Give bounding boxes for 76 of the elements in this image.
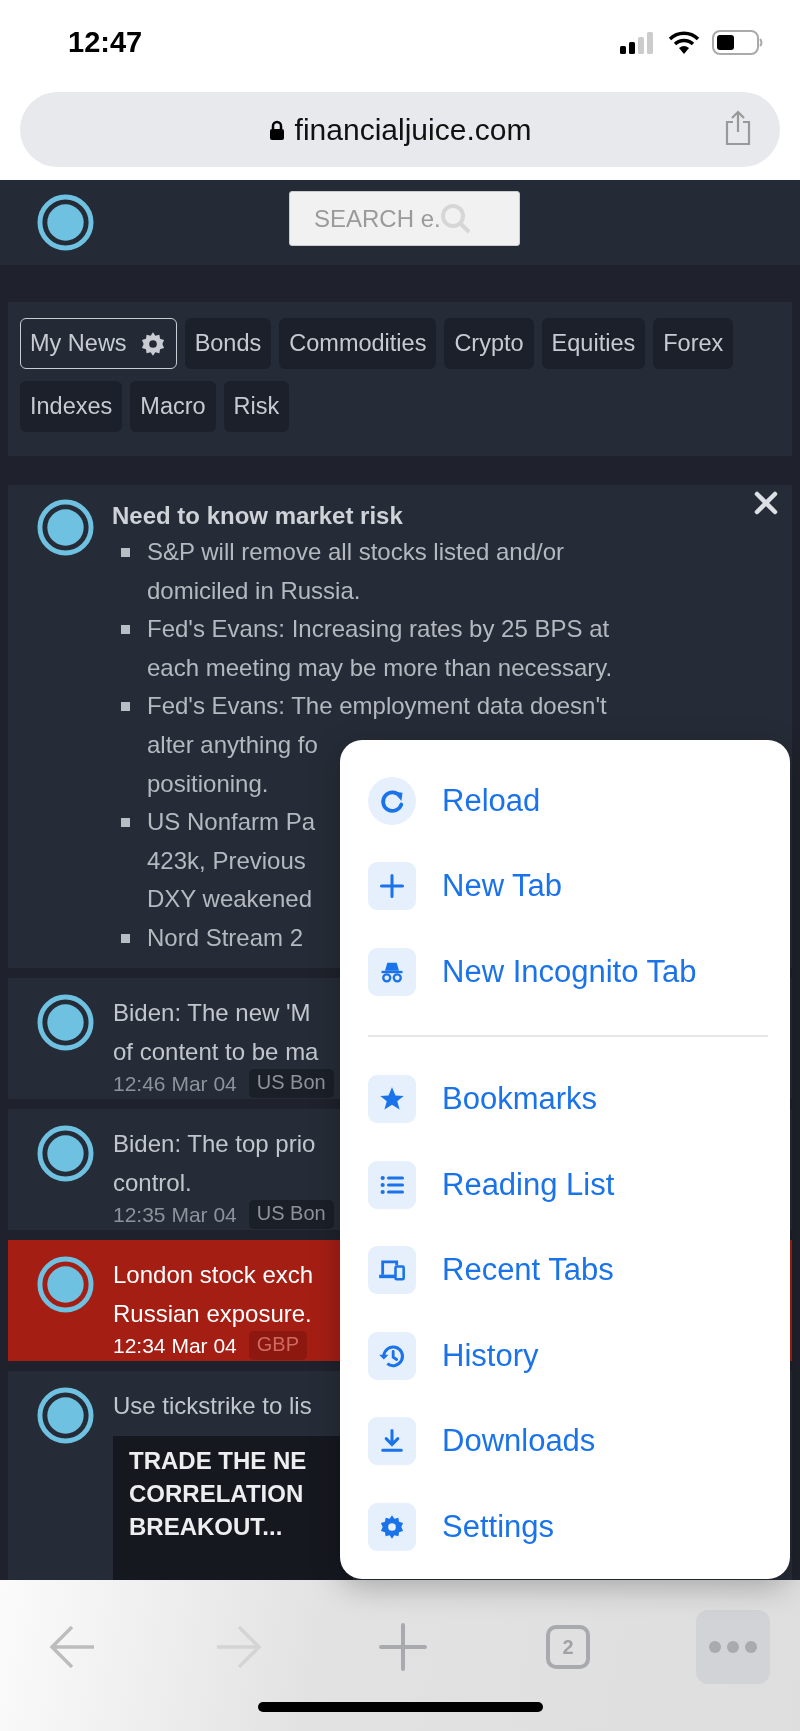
filter-tag[interactable]: Commodities <box>279 318 437 369</box>
devices-icon <box>368 1246 416 1295</box>
headline-text: Russian exposure. <box>113 1298 312 1329</box>
signal-icon <box>620 30 656 55</box>
headline-text: of content to be ma <box>113 1036 319 1067</box>
filter-tag[interactable]: Forex <box>653 318 734 369</box>
headline-text: Use tickstrike to lis <box>113 1391 312 1421</box>
bullet-icon <box>121 818 130 828</box>
ad-banner[interactable]: TRADE THE NE CORRELATION BREAKOUT... <box>113 1435 353 1580</box>
battery-icon <box>712 29 764 56</box>
settings-icon <box>368 1502 416 1551</box>
menu-item[interactable]: Reading List <box>368 1142 768 1228</box>
menu-item[interactable]: New Incognito Tab <box>368 929 768 1015</box>
news-time: 12:35 Mar 04 <box>113 1202 237 1227</box>
bullet-text: alter anything fo <box>147 729 318 760</box>
plus-icon <box>368 862 416 911</box>
bullet-text: US Nonfarm Pa <box>147 807 316 838</box>
logo-icon <box>37 194 94 251</box>
logo-icon <box>37 1387 94 1444</box>
close-icon[interactable] <box>754 491 778 515</box>
address-bar[interactable]: financialjuice.com <box>20 92 780 167</box>
history-icon <box>368 1331 416 1380</box>
headline-text: control. <box>113 1167 192 1198</box>
bullet-icon <box>121 933 130 943</box>
download-icon <box>368 1417 416 1466</box>
filter-tag[interactable]: Indexes <box>20 381 123 432</box>
more-icon <box>709 1640 757 1654</box>
bullet-text: Nord Stream 2 <box>147 922 304 953</box>
news-time: 12:46 Mar 04 <box>113 1071 237 1096</box>
wifi-icon <box>668 30 700 55</box>
menu-item[interactable]: Settings <box>368 1484 768 1570</box>
bullet-text: positioning. <box>147 768 269 799</box>
logo-icon <box>37 499 94 556</box>
headline-text: London stock exch <box>113 1260 314 1290</box>
bullet-text: S&P will remove all stocks listed and/or <box>147 537 565 567</box>
filter-tag[interactable]: My News <box>20 318 177 369</box>
bullet-text: Fed's Evans: The employment data doesn't <box>147 691 607 722</box>
filter-tag[interactable]: Crypto <box>444 318 534 369</box>
news-tag[interactable]: US Bon <box>248 1200 334 1229</box>
bullet-text: domiciled in Russia. <box>147 575 361 606</box>
bullet-text: 423k, Previous <box>147 845 306 876</box>
logo-icon <box>37 1256 94 1313</box>
filter-tag[interactable]: Equities <box>541 318 646 369</box>
menu-item[interactable]: Downloads <box>368 1398 768 1484</box>
clock-time: 12:47 <box>68 26 143 59</box>
menu-item[interactable]: Bookmarks <box>368 1056 768 1142</box>
bullet-icon <box>121 625 130 635</box>
headline-text: Biden: The new 'M <box>113 998 311 1028</box>
logo-icon <box>37 1125 94 1182</box>
share-icon[interactable] <box>724 110 752 146</box>
search-icon[interactable] <box>439 202 473 236</box>
more-button[interactable] <box>696 1610 770 1684</box>
bullet-text: each meeting may be more than necessary. <box>147 652 613 683</box>
incognito-icon <box>368 947 416 996</box>
reload-icon <box>368 776 416 825</box>
bullet-text: DXY weakened <box>147 884 312 915</box>
filter-tag[interactable]: Risk <box>223 381 290 432</box>
filter-tag[interactable]: Macro <box>130 381 216 432</box>
news-tag[interactable]: US Bon <box>248 1069 334 1098</box>
list-icon <box>368 1160 416 1209</box>
menu-item[interactable]: History <box>368 1313 768 1399</box>
lock-icon <box>268 119 285 140</box>
filter-tag[interactable]: Bonds <box>184 318 272 369</box>
bullet-text: Fed's Evans: Increasing rates by 25 BPS at <box>147 614 610 645</box>
card-title: Need to know market risk <box>112 501 404 531</box>
menu-item[interactable]: Recent Tabs <box>368 1227 768 1313</box>
headline-text: Biden: The top prio <box>113 1129 316 1159</box>
news-time: 12:34 Mar 04 <box>113 1333 237 1358</box>
home-indicator[interactable] <box>258 1702 543 1712</box>
search-field[interactable]: SEARCH e. <box>289 191 520 246</box>
menu-item[interactable]: New Tab <box>368 843 768 929</box>
logo-icon <box>37 994 94 1051</box>
menu-item[interactable]: Reload <box>368 758 768 844</box>
bullet-icon <box>121 548 130 557</box>
bullet-icon <box>121 702 130 712</box>
plus-icon <box>379 1623 427 1671</box>
